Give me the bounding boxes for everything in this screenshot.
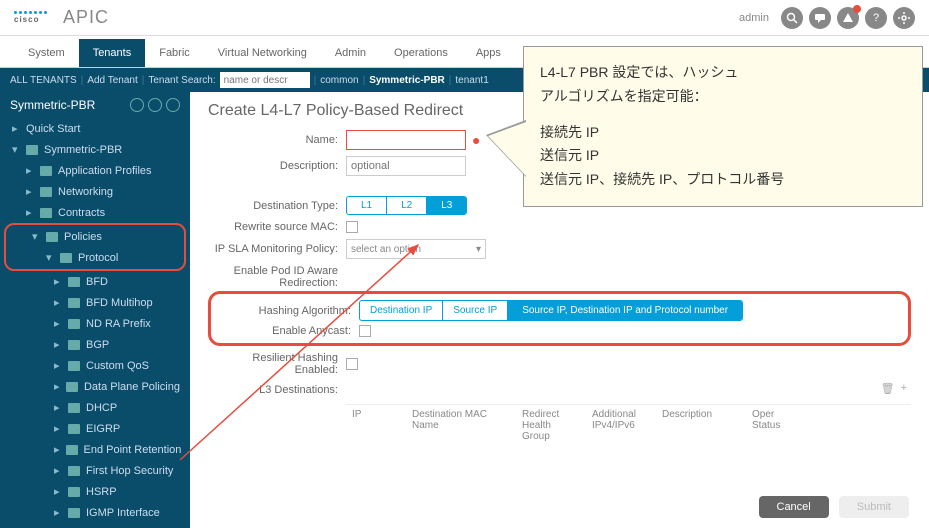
menu-apps[interactable]: Apps bbox=[462, 39, 515, 67]
sidebar-item-igmpif[interactable]: ▸IGMP Interface bbox=[0, 502, 190, 523]
label-resilient: Resilient Hashing Enabled: bbox=[208, 352, 338, 376]
tenant-search-input[interactable] bbox=[220, 72, 310, 88]
sidebar-item-epr[interactable]: ▸End Point Retention bbox=[0, 439, 190, 460]
crumb-common[interactable]: common bbox=[320, 75, 358, 86]
sidebar-item-hsrp[interactable]: ▸HSRP bbox=[0, 481, 190, 502]
sidebar-item-dpp[interactable]: ▸Data Plane Policing bbox=[0, 376, 190, 397]
sidebar: Symmetric-PBR ▸Quick Start ▾Symmetric-PB… bbox=[0, 92, 190, 528]
hash-src[interactable]: Source IP bbox=[443, 301, 508, 320]
hash-srcdst[interactable]: Source IP, Destination IP and Protocol n… bbox=[508, 301, 742, 320]
sidebar-item-bfdmh[interactable]: ▸BFD Multihop bbox=[0, 292, 190, 313]
sidebar-tool-icons[interactable] bbox=[130, 98, 180, 112]
label-ipsla: IP SLA Monitoring Policy: bbox=[208, 243, 338, 255]
search-icon[interactable] bbox=[781, 7, 803, 29]
app-title: APIC bbox=[63, 7, 109, 28]
sidebar-root[interactable]: ▾Symmetric-PBR bbox=[0, 139, 190, 160]
submit-button[interactable]: Submit bbox=[839, 496, 909, 518]
plus-icon[interactable]: + bbox=[901, 382, 907, 395]
alerts-icon[interactable] bbox=[837, 7, 859, 29]
top-bar: cisco APIC admin ? bbox=[0, 0, 929, 36]
label-desttype: Destination Type: bbox=[208, 200, 338, 212]
resilient-checkbox[interactable] bbox=[346, 358, 358, 370]
sidebar-item-igmpsn[interactable]: ▸IGMP Snoop bbox=[0, 523, 190, 528]
sidebar-item-fhs[interactable]: ▸First Hop Security bbox=[0, 460, 190, 481]
hash-dest[interactable]: Destination IP bbox=[360, 301, 443, 320]
annotation-callout: L4-L7 PBR 設定では、ハッシュ アルゴリズムを指定可能： 接続先 IP … bbox=[523, 46, 923, 207]
name-input[interactable] bbox=[346, 130, 466, 150]
sidebar-item-approfiles[interactable]: ▸Application Profiles bbox=[0, 160, 190, 181]
menu-system[interactable]: System bbox=[14, 39, 79, 67]
dest-type-segment[interactable]: L1 L2 L3 bbox=[346, 196, 467, 215]
seg-l1[interactable]: L1 bbox=[347, 197, 387, 214]
sidebar-item-protocol[interactable]: ▾Protocol bbox=[6, 247, 184, 268]
menu-vnet[interactable]: Virtual Networking bbox=[204, 39, 321, 67]
callout-line5: 送信元 IP、接続先 IP、プロトコル番号 bbox=[540, 168, 906, 192]
sidebar-item-ndra[interactable]: ▸ND RA Prefix bbox=[0, 313, 190, 334]
crumb-symmetric[interactable]: Symmetric-PBR bbox=[369, 75, 445, 86]
ipsla-select[interactable]: select an option▾ bbox=[346, 239, 486, 259]
menu-fabric[interactable]: Fabric bbox=[145, 39, 204, 67]
desc-input[interactable] bbox=[346, 156, 466, 176]
crumb-tenant1[interactable]: tenant1 bbox=[455, 75, 488, 86]
l3-table-header: IP Destination MAC Name Redirect Health … bbox=[346, 404, 911, 446]
sidebar-item-networking[interactable]: ▸Networking bbox=[0, 181, 190, 202]
callout-line4: 送信元 IP bbox=[540, 144, 906, 168]
sidebar-item-dhcp[interactable]: ▸DHCP bbox=[0, 397, 190, 418]
label-anycast: Enable Anycast: bbox=[221, 325, 351, 337]
label-l3dest: L3 Destinations: bbox=[208, 384, 338, 396]
highlight-hash: Hashing Algorithm: Destination IP Source… bbox=[208, 291, 911, 346]
trash-icon[interactable]: 🗑 bbox=[881, 382, 895, 395]
anycast-checkbox[interactable] bbox=[359, 325, 371, 337]
label-podaware: Enable Pod ID Aware Redirection: bbox=[208, 265, 338, 289]
label-name: Name: bbox=[208, 134, 338, 146]
feedback-icon[interactable] bbox=[809, 7, 831, 29]
sidebar-title: Symmetric-PBR bbox=[10, 98, 95, 112]
help-icon[interactable]: ? bbox=[865, 7, 887, 29]
sidebar-item-eigrp[interactable]: ▸EIGRP bbox=[0, 418, 190, 439]
admin-user[interactable]: admin bbox=[739, 12, 769, 24]
all-tenants-link[interactable]: ALL TENANTS bbox=[10, 75, 77, 86]
cancel-button[interactable]: Cancel bbox=[759, 496, 829, 518]
cisco-logo: cisco bbox=[14, 11, 47, 24]
chevron-down-icon: ▾ bbox=[476, 244, 481, 255]
highlight-policies: ▾Policies ▾Protocol bbox=[4, 223, 186, 271]
rewrite-checkbox[interactable] bbox=[346, 221, 358, 233]
sidebar-item-contracts[interactable]: ▸Contracts bbox=[0, 202, 190, 223]
callout-line2: アルゴリズムを指定可能： bbox=[540, 85, 906, 109]
label-desc: Description: bbox=[208, 160, 338, 172]
menu-admin[interactable]: Admin bbox=[321, 39, 380, 67]
sidebar-quickstart[interactable]: ▸Quick Start bbox=[0, 118, 190, 139]
gear-icon[interactable] bbox=[893, 7, 915, 29]
required-icon: ● bbox=[472, 132, 480, 148]
callout-line3: 接続先 IP bbox=[540, 121, 906, 145]
add-tenant-link[interactable]: Add Tenant bbox=[87, 75, 137, 86]
hash-segment[interactable]: Destination IP Source IP Source IP, Dest… bbox=[359, 300, 743, 321]
tenant-search-label: Tenant Search: bbox=[148, 75, 215, 86]
menu-tenants[interactable]: Tenants bbox=[79, 39, 146, 67]
seg-l2[interactable]: L2 bbox=[387, 197, 427, 214]
sidebar-item-policies[interactable]: ▾Policies bbox=[6, 226, 184, 247]
label-hash: Hashing Algorithm: bbox=[221, 305, 351, 317]
sidebar-item-cqos[interactable]: ▸Custom QoS bbox=[0, 355, 190, 376]
callout-line1: L4-L7 PBR 設定では、ハッシュ bbox=[540, 61, 906, 85]
seg-l3[interactable]: L3 bbox=[427, 197, 466, 214]
sidebar-item-bgp[interactable]: ▸BGP bbox=[0, 334, 190, 355]
label-rewrite: Rewrite source MAC: bbox=[208, 221, 338, 233]
sidebar-item-bfd[interactable]: ▸BFD bbox=[0, 271, 190, 292]
menu-ops[interactable]: Operations bbox=[380, 39, 462, 67]
